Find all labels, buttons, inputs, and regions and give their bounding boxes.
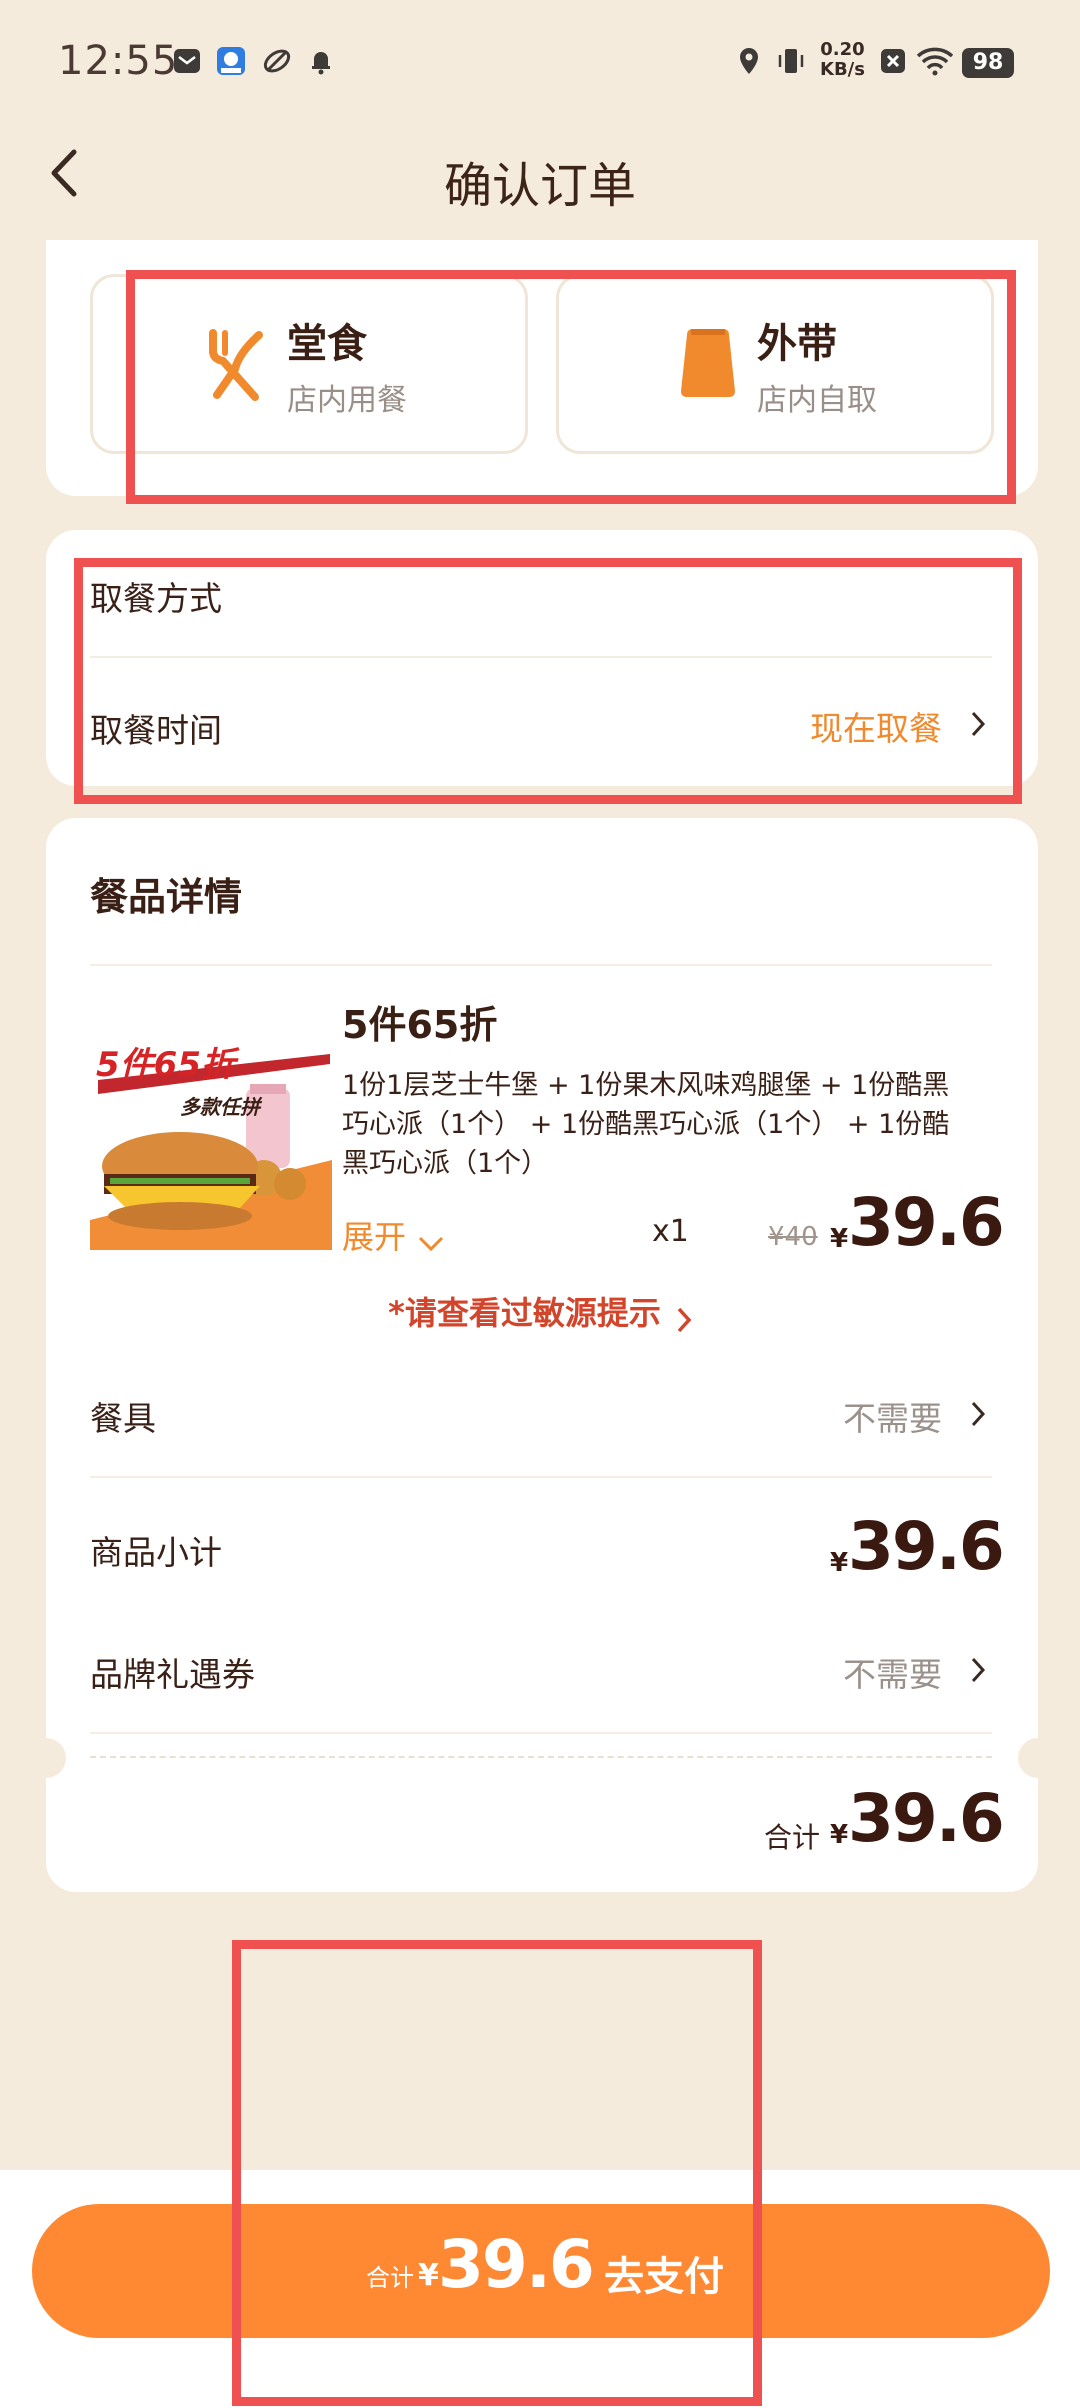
product-price: 39.6: [848, 1184, 1005, 1261]
chevron-right-icon: [971, 1657, 986, 1683]
total-symbol: ¥: [830, 1820, 849, 1850]
network-speed: 0.20 KB/s: [820, 40, 865, 80]
close-box-icon: [881, 49, 905, 73]
highlight-box-pay: [232, 1940, 762, 2406]
subtotal-symbol: ¥: [830, 1548, 849, 1578]
order-details-card: [46, 818, 1038, 1892]
product-quantity: x1: [652, 1214, 689, 1249]
status-time: 12:55: [58, 38, 179, 84]
subtotal-value: 39.6: [848, 1508, 1005, 1585]
utensils-label: 餐具: [90, 1399, 156, 1438]
ticket-notch-right: [1018, 1738, 1058, 1778]
coupon-value: 不需要: [843, 1655, 942, 1694]
leaf-icon: [263, 49, 291, 73]
divider: [90, 1732, 992, 1734]
promo-image-sub-text: 多款任拼: [180, 1095, 263, 1119]
expand-toggle[interactable]: 展开: [342, 1212, 445, 1260]
divider: [90, 1476, 992, 1478]
wifi-icon: [916, 47, 954, 76]
allergen-link[interactable]: *请查看过敏源提示: [0, 1288, 1080, 1334]
subtotal-label: 商品小计: [90, 1533, 222, 1572]
page-title: 确认订单: [443, 158, 636, 214]
product-name: 5件65折: [342, 1003, 498, 1047]
expand-label: 展开: [342, 1218, 407, 1256]
allergen-link-label: *请查看过敏源提示: [388, 1294, 661, 1332]
coupon-label: 品牌礼遇券: [90, 1655, 255, 1694]
utensils-value: 不需要: [843, 1399, 942, 1438]
details-title: 餐品详情: [90, 875, 243, 919]
product-desc-line: 巧心派（1个） + 1份酷黑巧心派（1个） + 1份酷: [342, 1109, 950, 1140]
ticket-notch-left: [26, 1738, 66, 1778]
chevron-right-icon: [677, 1307, 692, 1332]
promo-image-main-text: 5件65折: [96, 1045, 240, 1085]
battery-indicator: 98: [962, 48, 1014, 78]
coupon-row[interactable]: 品牌礼遇券 不需要: [90, 1630, 992, 1710]
vibrate-icon: [778, 49, 804, 73]
product-desc-line: 黑巧心派（1个）: [342, 1148, 549, 1179]
app-icon: [217, 47, 245, 75]
divider: [90, 964, 992, 966]
highlight-box-pickup: [74, 558, 1022, 804]
product-desc-line: 1份1层芝士牛堡 + 1份果木风味鸡腿堡 + 1份酷黑: [342, 1070, 950, 1101]
location-icon: [740, 48, 758, 74]
price-symbol: ¥: [830, 1224, 849, 1254]
highlight-box-dining: [126, 270, 1016, 504]
chevron-down-icon: [419, 1236, 444, 1251]
promo-graphic: 5件65折 多款任拼: [90, 1045, 332, 1250]
mail-icon: [174, 49, 200, 73]
speed-value: 0.20: [820, 39, 865, 60]
total-value: 39.6: [848, 1780, 1005, 1857]
product-image: 5件65折 多款任拼: [90, 1010, 332, 1250]
utensils-row[interactable]: 餐具 不需要: [90, 1374, 992, 1456]
original-price: ¥40: [768, 1222, 818, 1252]
bell-icon: [312, 52, 330, 75]
speed-unit: KB/s: [820, 59, 865, 80]
total-label: 合计: [764, 1821, 821, 1854]
dashed-divider: [90, 1756, 992, 1758]
chevron-right-icon: [971, 1401, 986, 1427]
product-description: 1份1层芝士牛堡 + 1份果木风味鸡腿堡 + 1份酷黑 巧心派（1个） + 1份…: [342, 1066, 1002, 1183]
